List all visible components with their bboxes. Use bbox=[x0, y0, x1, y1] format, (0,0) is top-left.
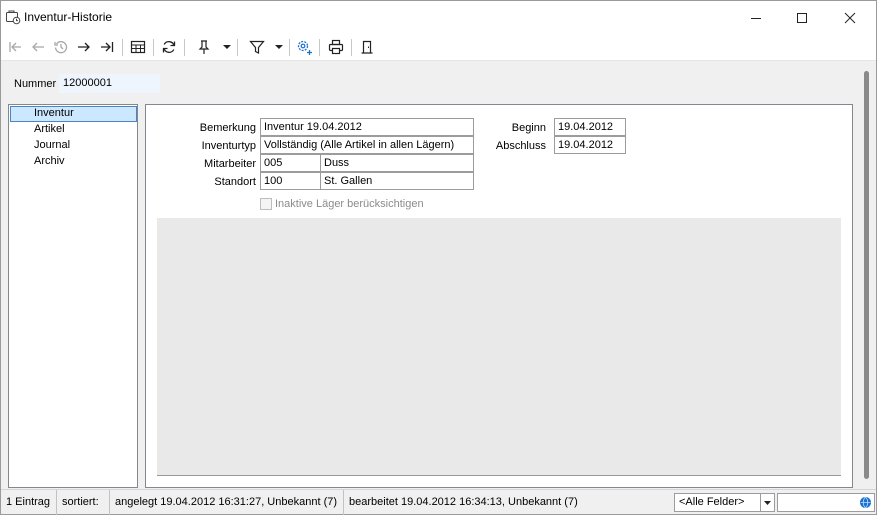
close-icon bbox=[844, 12, 856, 23]
maximize-icon bbox=[797, 12, 807, 23]
detail-panel: Bemerkung Inventur 19.04.2012 Inventurty… bbox=[145, 104, 853, 488]
nav-item-journal[interactable]: Journal bbox=[10, 138, 137, 154]
record-count: 1 Eintrag bbox=[1, 490, 57, 515]
inaktive-laeger-label: Inaktive Läger berücksichtigen bbox=[275, 198, 424, 210]
refresh-button[interactable] bbox=[159, 37, 179, 57]
abschluss-field[interactable]: 19.04.2012 bbox=[554, 136, 626, 154]
window-title: Inventur-Historie bbox=[24, 10, 113, 24]
table-view-icon bbox=[130, 40, 146, 54]
field-filter-value: <Alle Felder> bbox=[679, 496, 745, 508]
maximize-button[interactable] bbox=[779, 1, 825, 34]
toolbar-separator bbox=[153, 39, 154, 56]
toolbar-separator bbox=[289, 39, 290, 56]
inventory-history-icon bbox=[5, 9, 21, 25]
minimize-button[interactable] bbox=[733, 1, 779, 34]
vertical-scrollbar[interactable] bbox=[859, 63, 875, 488]
history-icon bbox=[54, 41, 68, 54]
table-view-button[interactable] bbox=[128, 37, 148, 57]
mitarbeiter-label: Mitarbeiter bbox=[204, 158, 256, 170]
mitarbeiter-code-field[interactable]: 005 bbox=[260, 154, 321, 172]
field-filter-select[interactable]: <Alle Felder> bbox=[674, 493, 775, 512]
exit-button[interactable] bbox=[357, 37, 377, 57]
filter-icon bbox=[249, 40, 265, 54]
globe-icon[interactable] bbox=[859, 496, 872, 509]
inventurtyp-field[interactable]: Vollständig (Alle Artikel in allen Läger… bbox=[260, 136, 474, 154]
title-bar: Inventur-Historie bbox=[1, 1, 876, 34]
toolbar-separator bbox=[237, 39, 238, 56]
bemerkung-label: Bemerkung bbox=[199, 122, 256, 134]
standort-label: Standort bbox=[214, 176, 256, 188]
sort-status: sortiert: bbox=[57, 490, 110, 515]
next-record-icon bbox=[78, 42, 90, 52]
field-filter-dropdown-button[interactable] bbox=[760, 494, 774, 511]
toolbar-separator bbox=[351, 39, 352, 56]
inventurtyp-label: Inventurtyp bbox=[201, 140, 256, 152]
scrollbar-thumb[interactable] bbox=[864, 71, 869, 479]
exit-door-icon bbox=[361, 40, 373, 54]
bemerkung-field[interactable]: Inventur 19.04.2012 bbox=[260, 118, 474, 136]
toolbar-separator bbox=[184, 39, 185, 56]
status-bar: 1 Eintrag sortiert: angelegt 19.04.2012 … bbox=[1, 489, 876, 515]
settings-icon bbox=[297, 40, 312, 55]
minimize-icon bbox=[751, 17, 761, 19]
number-field[interactable]: 12000001 bbox=[59, 74, 160, 93]
previous-record-button[interactable] bbox=[28, 37, 48, 57]
navigation-list: Inventur Artikel Journal Archiv bbox=[8, 104, 138, 488]
window: Inventur-Historie Nummer 12000001 Invent… bbox=[0, 0, 877, 515]
standort-code-field[interactable]: 100 bbox=[260, 172, 321, 190]
history-button[interactable] bbox=[51, 37, 71, 57]
abschluss-label: Abschluss bbox=[495, 140, 546, 152]
number-label: Nummer bbox=[14, 78, 57, 90]
content-grid-area bbox=[157, 218, 841, 476]
mitarbeiter-name-field: Duss bbox=[320, 154, 474, 172]
checkbox-box[interactable] bbox=[260, 198, 272, 210]
nav-item-inventur[interactable]: Inventur bbox=[10, 106, 137, 122]
edited-info: bearbeitet 19.04.2012 16:34:13, Unbekann… bbox=[349, 496, 578, 508]
toolbar-separator bbox=[122, 39, 123, 56]
pin-dropdown-arrow[interactable] bbox=[223, 45, 231, 49]
close-button[interactable] bbox=[827, 1, 873, 34]
next-record-button[interactable] bbox=[74, 37, 94, 57]
beginn-label: Beginn bbox=[511, 122, 546, 134]
nav-item-artikel[interactable]: Artikel bbox=[10, 122, 137, 138]
previous-record-icon bbox=[32, 42, 44, 52]
filter-dropdown-arrow[interactable] bbox=[275, 45, 283, 49]
filter-button[interactable] bbox=[247, 37, 267, 57]
inaktive-laeger-checkbox[interactable]: Inaktive Läger berücksichtigen bbox=[260, 198, 424, 210]
print-icon bbox=[328, 39, 344, 55]
created-info: angelegt 19.04.2012 16:31:27, Unbekannt … bbox=[110, 490, 344, 515]
beginn-field[interactable]: 19.04.2012 bbox=[554, 118, 626, 136]
search-input[interactable] bbox=[777, 493, 875, 512]
standort-name-field: St. Gallen bbox=[320, 172, 474, 190]
toolbar-separator bbox=[319, 39, 320, 56]
settings-button[interactable] bbox=[294, 37, 314, 57]
first-record-icon bbox=[9, 42, 21, 52]
toolbar bbox=[1, 34, 876, 61]
print-button[interactable] bbox=[326, 37, 346, 57]
pin-icon bbox=[198, 40, 210, 54]
pin-button[interactable] bbox=[194, 37, 214, 57]
chevron-down-icon bbox=[764, 501, 771, 505]
last-record-icon bbox=[101, 42, 114, 52]
first-record-button[interactable] bbox=[5, 37, 25, 57]
last-record-button[interactable] bbox=[97, 37, 117, 57]
refresh-icon bbox=[162, 41, 176, 53]
nav-item-archiv[interactable]: Archiv bbox=[10, 154, 137, 170]
